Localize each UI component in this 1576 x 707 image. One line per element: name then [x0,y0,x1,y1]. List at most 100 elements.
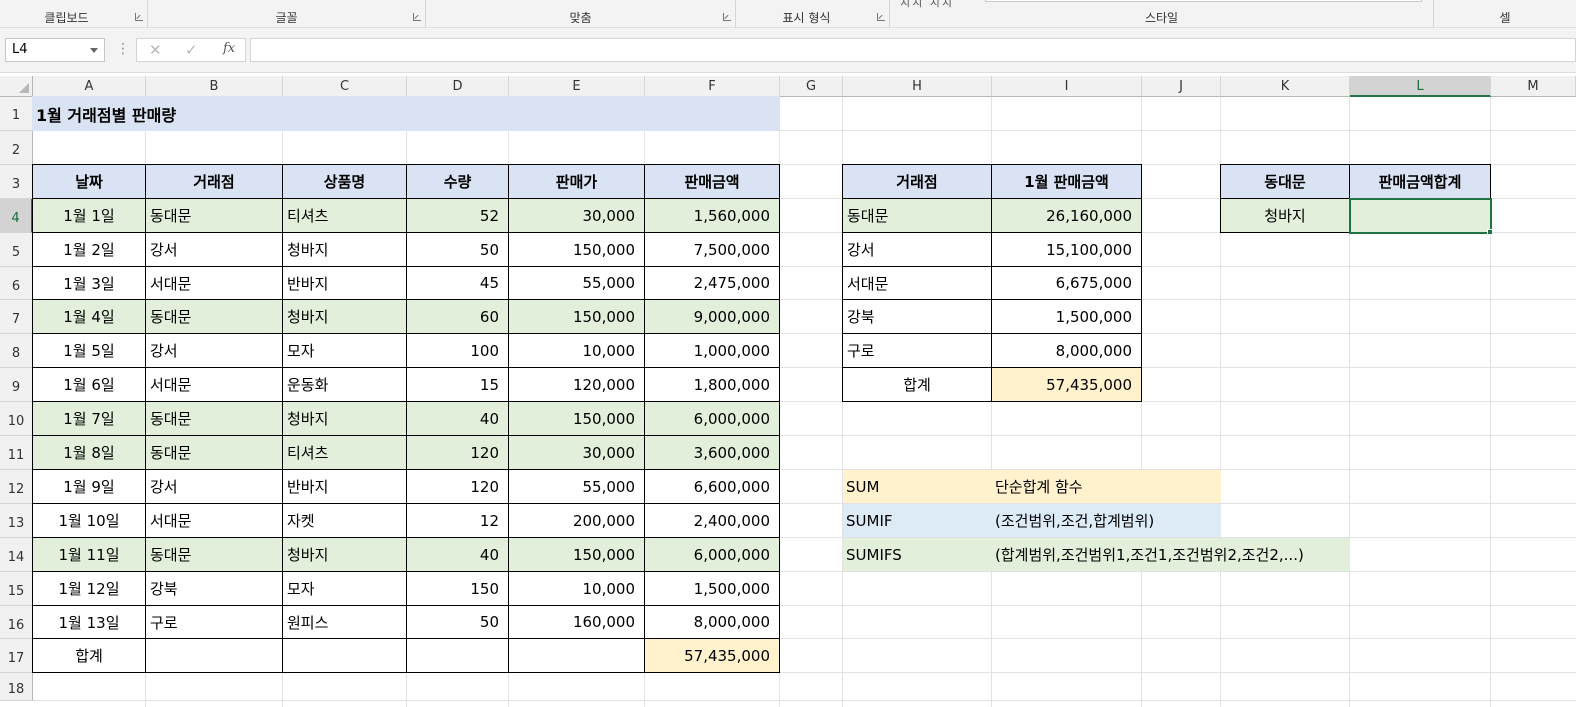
worksheet-grid[interactable]: ABCDEFGHIJKLM 1 2 3 4 5 6 7 8 9 10 11 12 13 14 15 16 17 1… [0,76,1576,707]
main-table-cell[interactable]: 1,000,000 [644,333,780,368]
column-header-m[interactable]: M [1491,76,1576,97]
main-table-cell[interactable]: 150 [406,571,509,606]
main-table-cell[interactable]: 청바지 [282,299,407,334]
main-table-total-empty[interactable] [145,638,283,673]
main-table-cell[interactable]: 30,000 [508,435,645,470]
main-table-cell[interactable]: 1월 3일 [32,266,146,300]
main-table-cell[interactable]: 120 [406,469,509,504]
summary-table-header[interactable]: 1월 판매금액 [991,164,1142,199]
main-table-cell[interactable]: 55,000 [508,266,645,300]
main-table-cell[interactable]: 160,000 [508,605,645,639]
main-table-cell[interactable]: 구로 [145,605,283,639]
main-table-cell[interactable]: 1월 11일 [32,537,146,572]
main-table-cell[interactable]: 50 [406,605,509,639]
main-table-cell[interactable]: 120,000 [508,367,645,402]
column-header-b[interactable]: B [146,76,283,97]
row-header-1[interactable]: 1 [0,97,33,131]
main-table-cell[interactable]: 동대문 [145,198,283,233]
main-table-cell[interactable]: 동대문 [145,435,283,470]
row-header-9[interactable]: 9 [0,368,33,402]
row-header-11[interactable]: 11 [0,436,33,470]
main-table-cell[interactable]: 6,000,000 [644,537,780,572]
main-table-cell[interactable]: 동대문 [145,537,283,572]
main-table-cell[interactable]: 150,000 [508,537,645,572]
main-table-cell[interactable]: 10,000 [508,571,645,606]
main-table-cell[interactable]: 120 [406,435,509,470]
row-header-16[interactable]: 16 [0,606,33,639]
main-table-cell[interactable]: 1월 12일 [32,571,146,606]
row-header-8[interactable]: 8 [0,334,33,368]
main-table-cell[interactable]: 강서 [145,333,283,368]
summary-table-store[interactable]: 동대문 [842,198,992,233]
main-table-cell[interactable]: 1,800,000 [644,367,780,402]
chevron-down-icon[interactable] [90,48,98,53]
main-table-cell[interactable]: 2,400,000 [644,503,780,538]
main-table-cell[interactable]: 1월 10일 [32,503,146,538]
row-header-15[interactable]: 15 [0,572,33,606]
main-table-cell[interactable]: 8,000,000 [644,605,780,639]
main-table-header[interactable]: 판매금액 [644,164,780,199]
main-table-cell[interactable]: 운동화 [282,367,407,402]
main-table-cell[interactable]: 모자 [282,571,407,606]
function-name[interactable]: SUMIFS [842,537,992,572]
main-table-cell[interactable]: 강서 [145,232,283,267]
row-header-5[interactable]: 5 [0,233,33,267]
summary-table-total-label[interactable]: 합계 [842,367,992,402]
criteria-sum-result[interactable] [1349,198,1491,233]
column-header-k[interactable]: K [1221,76,1350,97]
main-table-cell[interactable]: 강서 [145,469,283,504]
main-table-cell[interactable]: 150,000 [508,401,645,436]
column-header-f[interactable]: F [645,76,780,97]
row-header-18[interactable]: 18 [0,673,33,701]
main-table-cell[interactable]: 1월 5일 [32,333,146,368]
column-header-g[interactable]: G [780,76,843,97]
main-table-cell[interactable]: 40 [406,537,509,572]
main-table-cell[interactable]: 티셔츠 [282,435,407,470]
main-table-cell[interactable]: 6,600,000 [644,469,780,504]
row-header-12[interactable]: 12 [0,470,33,504]
main-table-header[interactable]: 판매가 [508,164,645,199]
main-table-cell[interactable]: 12 [406,503,509,538]
row-header-14[interactable]: 14 [0,538,33,572]
column-header-e[interactable]: E [509,76,645,97]
main-table-header[interactable]: 날짜 [32,164,146,199]
main-table-header[interactable]: 상품명 [282,164,407,199]
main-table-total-label[interactable]: 합계 [32,638,146,673]
row-header-7[interactable]: 7 [0,300,33,334]
main-table-cell[interactable]: 청바지 [282,401,407,436]
main-table-cell[interactable]: 강북 [145,571,283,606]
main-table-cell[interactable]: 반바지 [282,266,407,300]
dialog-launcher-icon[interactable] [723,13,731,21]
function-description[interactable]: (합계범위,조건범위1,조건1,조건범위2,조건2,...) [991,537,1350,572]
main-table-cell[interactable]: 10,000 [508,333,645,368]
main-table-cell[interactable]: 55,000 [508,469,645,504]
row-header-13[interactable]: 13 [0,504,33,538]
main-table-cell[interactable]: 1,560,000 [644,198,780,233]
summary-table-amount[interactable]: 8,000,000 [991,333,1142,368]
enter-check-icon[interactable]: ✓ [185,41,198,59]
column-header-c[interactable]: C [283,76,407,97]
main-table-cell[interactable]: 모자 [282,333,407,368]
summary-table-store[interactable]: 서대문 [842,266,992,300]
main-table-cell[interactable]: 30,000 [508,198,645,233]
summary-table-amount[interactable]: 26,160,000 [991,198,1142,233]
main-table-cell[interactable]: 6,000,000 [644,401,780,436]
main-table-cell[interactable]: 서대문 [145,266,283,300]
main-table-cell[interactable]: 9,000,000 [644,299,780,334]
row-header-3[interactable]: 3 [0,165,33,199]
column-header-l[interactable]: L [1350,76,1491,97]
main-table-cell[interactable]: 1월 4일 [32,299,146,334]
main-table-cell[interactable]: 청바지 [282,537,407,572]
row-header-4[interactable]: 4 [0,199,33,233]
summary-table-amount[interactable]: 6,675,000 [991,266,1142,300]
column-header-a[interactable]: A [33,76,146,97]
insert-function-icon[interactable]: fx [223,41,235,56]
criteria-table-header[interactable]: 판매금액합계 [1349,164,1491,199]
main-table-cell[interactable]: 1월 8일 [32,435,146,470]
criteria-product[interactable]: 청바지 [1220,198,1350,233]
fill-handle[interactable] [1487,229,1493,235]
cell-style-gallery[interactable] [985,0,1422,2]
function-description[interactable]: 단순합계 함수 [991,469,1221,504]
main-table-cell[interactable]: 원피스 [282,605,407,639]
main-table-cell[interactable]: 청바지 [282,232,407,267]
